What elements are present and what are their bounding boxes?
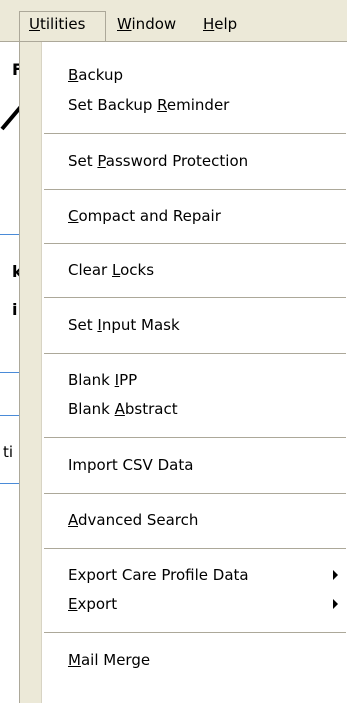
background-divider	[0, 234, 19, 235]
menu-separator	[44, 493, 346, 494]
background-text-fragment: i	[12, 300, 18, 319]
submenu-arrow-icon	[333, 570, 338, 580]
menu-item-set-input-mask[interactable]: Set Input Mask	[42, 312, 347, 338]
menu-separator	[44, 297, 346, 298]
menu-item-set-backup-reminder[interactable]: Set Backup Reminder	[42, 92, 347, 118]
utilities-dropdown-menu: Backup Set Backup Reminder Set Password …	[19, 41, 347, 703]
menu-item-blank-ipp[interactable]: Blank IPP	[42, 367, 347, 393]
menu-bar: Utilities Window Help	[0, 0, 347, 42]
menu-item-export[interactable]: Export	[42, 591, 347, 617]
background-divider	[0, 372, 19, 373]
menu-separator	[44, 189, 346, 190]
menu-item-mail-merge[interactable]: Mail Merge	[42, 647, 347, 673]
menu-separator	[44, 548, 346, 549]
menu-separator	[44, 437, 346, 438]
menu-item-blank-abstract[interactable]: Blank Abstract	[42, 396, 347, 422]
menu-separator	[44, 632, 346, 633]
menu-item-backup[interactable]: Backup	[42, 62, 347, 88]
background-text-fragment: ti	[3, 443, 14, 461]
menu-item-clear-locks[interactable]: Clear Locks	[42, 257, 347, 283]
menu-separator	[44, 353, 346, 354]
menu-utilities[interactable]: Utilities	[19, 11, 106, 42]
menu-item-set-password-protection[interactable]: Set Password Protection	[42, 148, 347, 174]
menu-icon-gutter	[20, 42, 42, 703]
menu-separator	[44, 133, 346, 134]
menu-separator	[44, 243, 346, 244]
background-divider	[0, 415, 19, 416]
menu-item-compact-and-repair[interactable]: Compact and Repair	[42, 203, 347, 229]
menu-item-export-care-profile-data[interactable]: Export Care Profile Data	[42, 562, 347, 588]
menu-window[interactable]: Window	[111, 11, 182, 37]
submenu-arrow-icon	[333, 599, 338, 609]
menu-item-advanced-search[interactable]: Advanced Search	[42, 507, 347, 533]
menu-help[interactable]: Help	[197, 11, 243, 37]
background-divider	[0, 483, 19, 484]
menu-item-import-csv-data[interactable]: Import CSV Data	[42, 452, 347, 478]
